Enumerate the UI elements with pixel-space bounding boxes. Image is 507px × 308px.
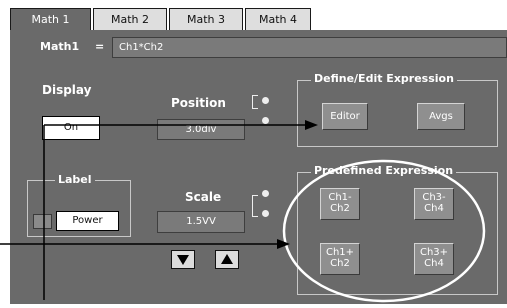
position-knob-coarse-icon <box>262 97 269 104</box>
display-label: Display <box>42 83 92 97</box>
button-line1: Ch1+ <box>325 247 355 258</box>
avgs-button[interactable]: Avgs <box>417 103 465 130</box>
button-line1: Ch3- <box>422 192 446 203</box>
math-name-label: Math1 <box>40 40 80 53</box>
button-line1: Ch1- <box>328 192 352 203</box>
label-value[interactable]: Power <box>56 211 119 231</box>
define-edit-title: Define/Edit Expression <box>311 72 457 85</box>
scale-up-button[interactable] <box>215 250 239 269</box>
tab-math4[interactable]: Math 4 <box>245 8 311 31</box>
button-line1: Ch3+ <box>419 247 449 258</box>
equals-label: = <box>95 40 105 53</box>
expression-field[interactable]: Ch1*Ch2 <box>112 37 507 58</box>
triangle-down-icon <box>177 255 189 265</box>
button-line2: Ch4 <box>424 202 444 214</box>
ch1-minus-ch2-button[interactable]: Ch1- Ch2 <box>320 188 360 220</box>
button-line2: Ch4 <box>424 257 444 269</box>
scale-bracket <box>252 195 258 217</box>
position-knob-fine-icon <box>262 117 269 124</box>
scale-down-button[interactable] <box>171 250 195 269</box>
scale-knob-fine-icon <box>262 210 269 217</box>
position-field[interactable]: 3.0div <box>157 119 245 140</box>
ch3-minus-ch4-button[interactable]: Ch3- Ch4 <box>414 188 454 220</box>
scale-label: Scale <box>185 190 222 204</box>
position-label: Position <box>171 96 226 110</box>
predefined-title: Predefined Expression <box>311 164 457 177</box>
label-group-title: Label <box>55 173 95 186</box>
ch3-plus-ch4-button[interactable]: Ch3+ Ch4 <box>414 243 454 275</box>
ch1-plus-ch2-button[interactable]: Ch1+ Ch2 <box>320 243 360 275</box>
position-bracket <box>252 95 258 109</box>
display-value[interactable]: On <box>42 116 100 140</box>
triangle-up-icon <box>221 254 233 264</box>
tab-math3[interactable]: Math 3 <box>169 8 243 31</box>
tab-math2[interactable]: Math 2 <box>93 8 167 31</box>
button-line2: Ch2 <box>330 257 350 269</box>
scale-knob-coarse-icon <box>262 190 269 197</box>
editor-button[interactable]: Editor <box>322 103 368 130</box>
button-line2: Ch2 <box>330 202 350 214</box>
tab-math1[interactable]: Math 1 <box>10 8 91 32</box>
label-toggle[interactable] <box>33 214 52 229</box>
scale-field[interactable]: 1.5VV <box>157 211 245 233</box>
